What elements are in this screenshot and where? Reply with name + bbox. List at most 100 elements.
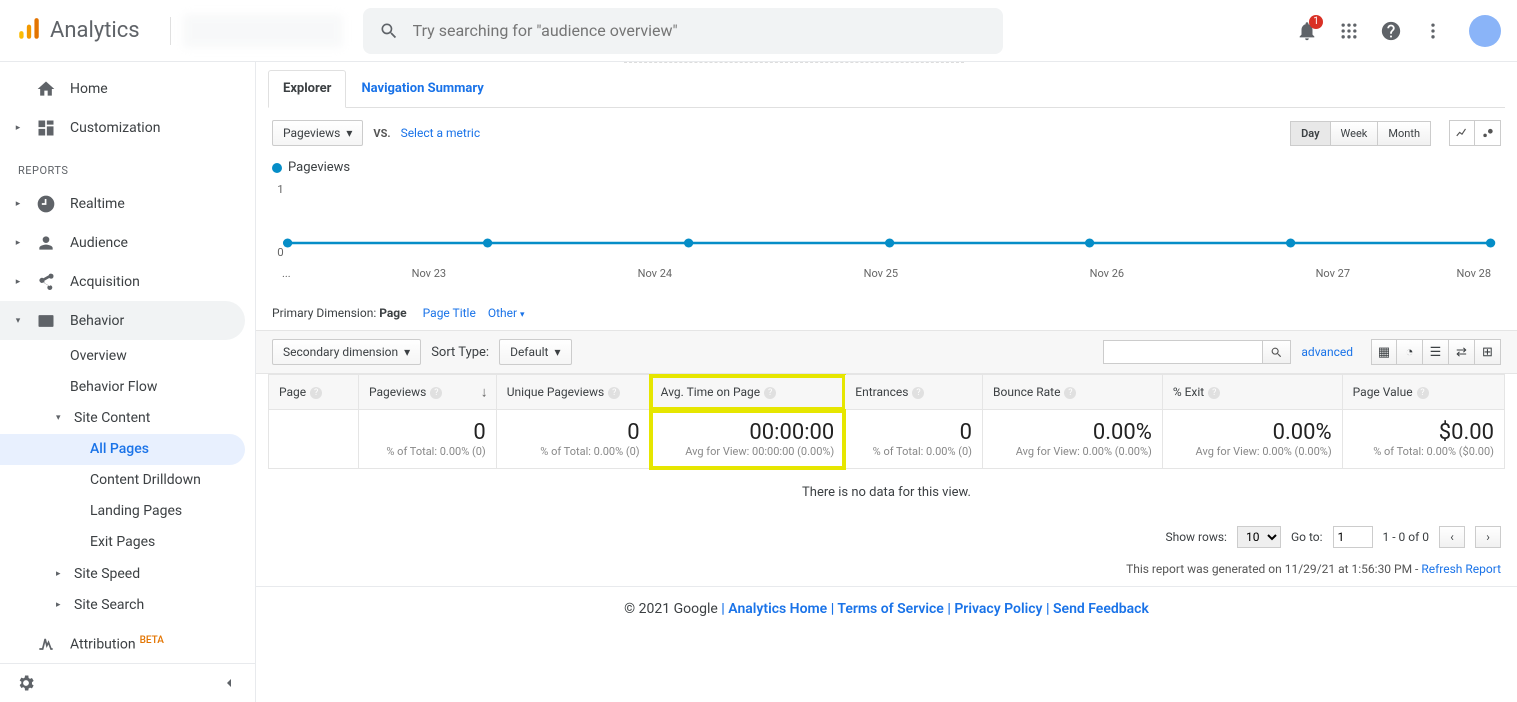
help-icon: ? [1064, 387, 1076, 399]
pagination: Show rows: 10 Go to: 1 - 0 of 0 ‹ › [256, 516, 1517, 558]
collapse-icon: ▾ [14, 316, 22, 326]
dim-other[interactable]: Other ▾ [488, 306, 525, 320]
more-icon[interactable] [1421, 19, 1445, 43]
help-icon: ? [430, 387, 442, 399]
summary-row: 0% of Total: 0.00% (0) 0% of Total: 0.00… [269, 410, 1505, 469]
admin-gear-icon[interactable] [14, 671, 38, 695]
nav-label: Acquisition [70, 274, 140, 290]
dim-page[interactable]: Page [379, 306, 406, 320]
nav-behavior-flow[interactable]: Behavior Flow [0, 371, 255, 402]
next-page-button[interactable]: › [1475, 526, 1501, 548]
col-pageviews[interactable]: Pageviews?↓ [359, 375, 497, 410]
sort-desc-icon: ↓ [481, 384, 488, 401]
view-table-icon[interactable]: ▦ [1371, 339, 1397, 365]
dashboard-icon [36, 118, 56, 138]
help-icon: ? [608, 387, 620, 399]
view-comparison-icon[interactable]: ⇄ [1449, 339, 1475, 365]
footer-privacy[interactable]: Privacy Policy [954, 601, 1042, 617]
logo[interactable]: Analytics [16, 16, 140, 46]
search-bar[interactable] [363, 8, 1003, 54]
nav-site-speed[interactable]: ▸Site Speed [0, 558, 255, 589]
expand-icon: ▸ [14, 277, 22, 287]
collapse-icon: ▾ [56, 413, 66, 423]
nav-attribution[interactable]: AttributionBETA [0, 624, 255, 663]
reports-section-label: REPORTS [0, 148, 255, 185]
advanced-link[interactable]: advanced [1301, 345, 1353, 359]
primary-dimension-row: Primary Dimension: Page Page Title Other… [256, 292, 1517, 330]
table-search-button[interactable] [1263, 340, 1291, 364]
nav-audience[interactable]: ▸ Audience [0, 224, 255, 263]
nav-acquisition[interactable]: ▸ Acquisition [0, 263, 255, 302]
collapse-sidebar-icon[interactable] [217, 671, 241, 695]
no-data-message: There is no data for this view. [256, 469, 1517, 516]
share-icon [36, 272, 56, 292]
nav-label: Behavior [70, 313, 124, 329]
search-input[interactable] [413, 21, 987, 40]
tab-explorer[interactable]: Explorer [268, 70, 346, 108]
data-table: Page? Pageviews?↓ Unique Pageviews? Avg.… [268, 374, 1505, 469]
nav-all-pages[interactable]: All Pages [0, 434, 245, 465]
dim-page-title[interactable]: Page Title [423, 306, 476, 320]
help-icon: ? [310, 387, 322, 399]
view-pie-icon[interactable]: ◔ [1397, 339, 1423, 365]
granularity-group: Day Week Month [1290, 121, 1431, 146]
nav-realtime[interactable]: ▸ Realtime [0, 185, 255, 224]
col-avg-time[interactable]: Avg. Time on Page? [650, 375, 845, 410]
vs-label: VS. [373, 127, 390, 140]
nav-label: Audience [70, 235, 128, 251]
col-page-value[interactable]: Page Value? [1342, 375, 1504, 410]
notifications-icon[interactable]: 1 [1295, 19, 1319, 43]
view-performance-icon[interactable]: ☰ [1423, 339, 1449, 365]
metric-dropdown[interactable]: Pageviews▾ [272, 120, 363, 146]
svg-text:1: 1 [277, 183, 283, 196]
nav-home[interactable]: Home [0, 70, 255, 109]
chart-legend: Pageviews [272, 160, 1501, 175]
col-exit[interactable]: % Exit? [1162, 375, 1342, 410]
property-selector[interactable] [183, 14, 343, 48]
expand-icon: ▸ [14, 199, 22, 209]
nav-label: Realtime [70, 196, 125, 212]
apps-icon[interactable] [1337, 19, 1361, 43]
granularity-day[interactable]: Day [1290, 121, 1330, 146]
nav-exit-pages[interactable]: Exit Pages [0, 527, 255, 558]
help-icon[interactable] [1379, 19, 1403, 43]
secondary-dimension-dropdown[interactable]: Secondary dimension▾ [272, 339, 421, 365]
refresh-report-link[interactable]: Refresh Report [1421, 562, 1501, 576]
nav-landing-pages[interactable]: Landing Pages [0, 496, 255, 527]
nav-customization[interactable]: ▸ Customization [0, 109, 255, 148]
expand-icon: ▸ [56, 569, 66, 579]
avatar[interactable] [1469, 15, 1501, 47]
sort-type-dropdown[interactable]: Default▾ [499, 339, 571, 365]
prev-page-button[interactable]: ‹ [1439, 526, 1465, 548]
nav-behavior[interactable]: ▾ Behavior [0, 301, 245, 340]
nav-behavior-overview[interactable]: Overview [0, 340, 255, 371]
view-pivot-icon[interactable]: ⊞ [1475, 339, 1501, 365]
show-rows-label: Show rows: [1165, 530, 1226, 544]
granularity-week[interactable]: Week [1331, 121, 1379, 146]
table-search-input[interactable] [1103, 340, 1263, 364]
top-bar: Analytics 1 [0, 0, 1517, 62]
help-icon: ? [1208, 387, 1220, 399]
granularity-month[interactable]: Month [1378, 121, 1431, 146]
chart-type-line-icon[interactable] [1449, 120, 1475, 146]
nav-site-search[interactable]: ▸Site Search [0, 589, 255, 620]
col-page[interactable]: Page? [269, 375, 359, 410]
divider [170, 17, 171, 45]
col-bounce[interactable]: Bounce Rate? [983, 375, 1163, 410]
sort-type-label: Sort Type: [431, 345, 489, 360]
footer-feedback[interactable]: Send Feedback [1053, 601, 1149, 617]
chart-type-motion-icon[interactable] [1475, 120, 1501, 146]
rows-select[interactable]: 10 [1237, 526, 1281, 548]
col-unique[interactable]: Unique Pageviews? [496, 375, 650, 410]
footer-tos[interactable]: Terms of Service [837, 601, 943, 617]
nav-content-drilldown[interactable]: Content Drilldown [0, 465, 255, 496]
nav-label: Attribution [70, 637, 136, 653]
nav-site-content[interactable]: ▾Site Content [0, 402, 255, 433]
footer-analytics-home[interactable]: Analytics Home [728, 601, 827, 617]
select-metric-link[interactable]: Select a metric [401, 126, 481, 140]
chevron-down-icon: ▾ [554, 345, 560, 359]
col-entrances[interactable]: Entrances? [845, 375, 983, 410]
tab-nav-summary[interactable]: Navigation Summary [346, 70, 498, 107]
person-icon [36, 233, 56, 253]
goto-input[interactable] [1333, 526, 1373, 548]
